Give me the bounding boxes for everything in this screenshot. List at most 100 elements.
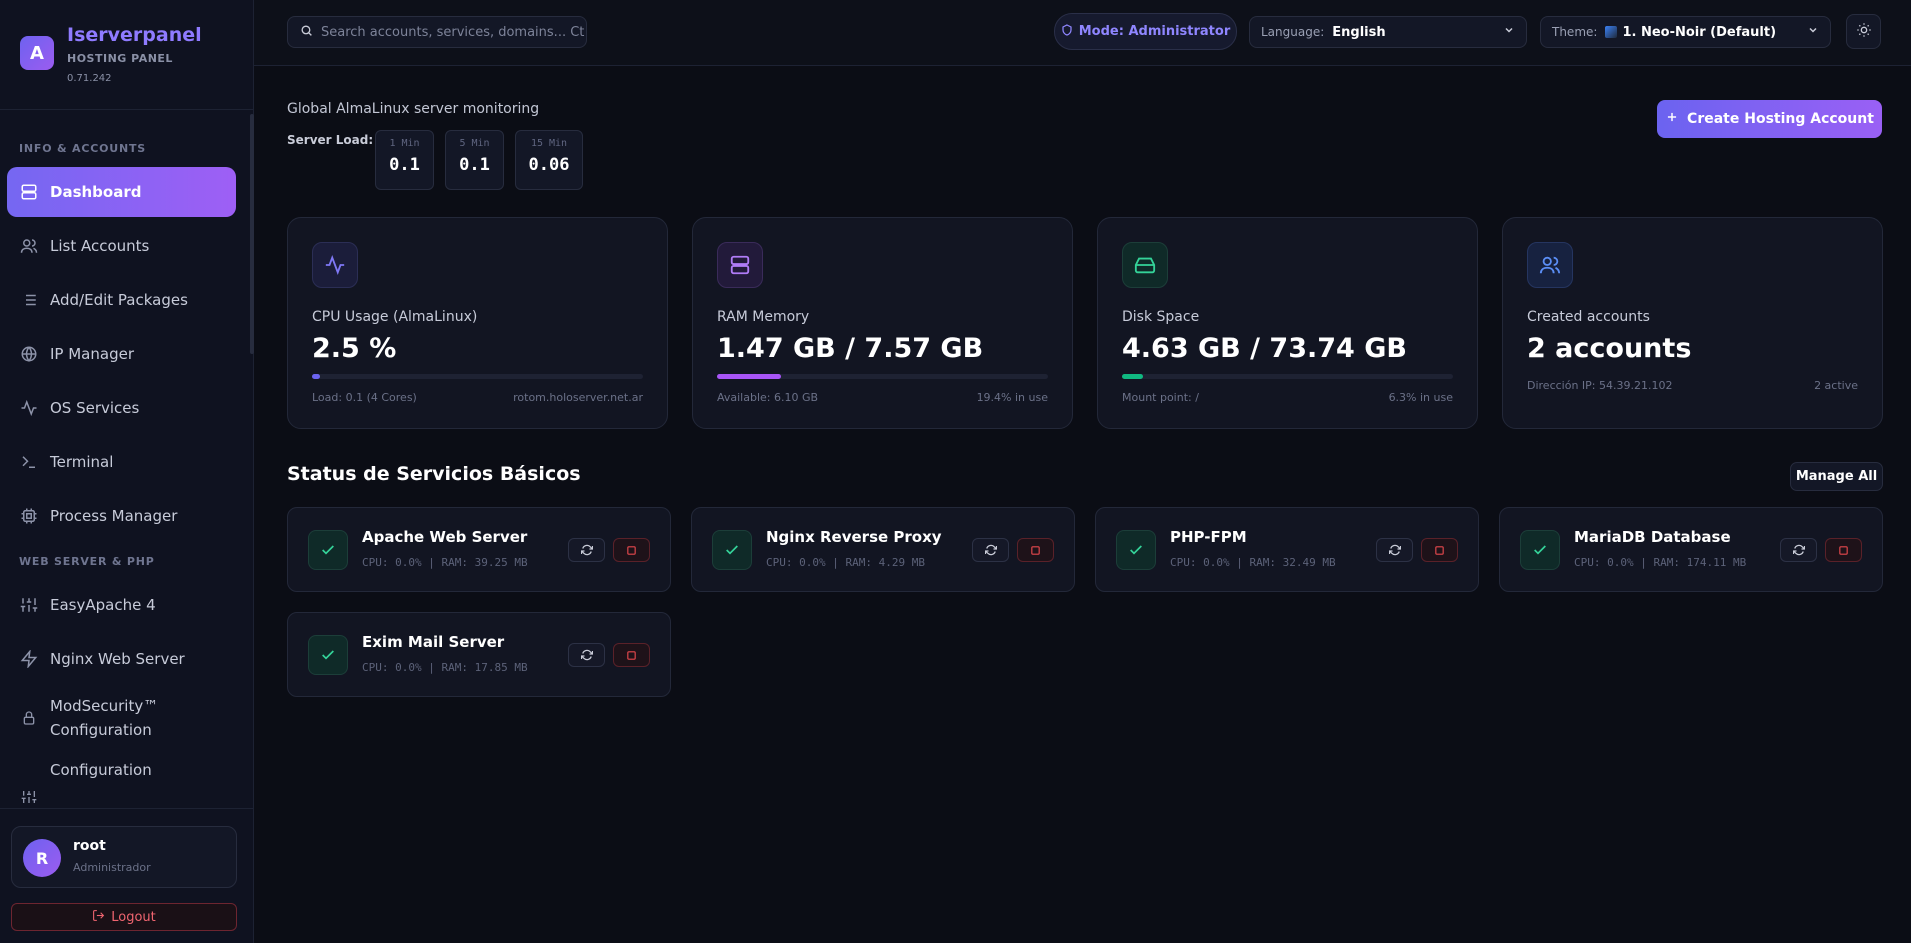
service-name: PHP-FPM [1170,528,1247,546]
sidebar-item-packages[interactable]: Add/Edit Packages [7,275,236,325]
stop-button[interactable] [1017,538,1054,562]
sidebar-item-label: Dashboard [50,183,142,201]
list-icon [20,291,38,309]
users-icon [1527,242,1573,288]
avatar: R [23,839,61,877]
sidebar-item-dashboard[interactable]: Dashboard [7,167,236,217]
stat-usage: 19.4% in use [976,391,1048,404]
sidebar-item-label: List Accounts [50,237,150,255]
service-name: MariaDB Database [1574,528,1731,546]
stat-ip-address: Dirección IP: 54.39.21.102 [1527,379,1673,392]
restart-button[interactable] [568,538,605,562]
load-15min: 15 Min 0.06 [515,130,583,190]
sidebar-item-label: Nginx Web Server [50,650,185,668]
stat-title: RAM Memory [717,309,810,325]
theme-select[interactable]: Theme: 1. Neo-Noir (Default) [1540,16,1831,48]
sidebar-item-modsecurity[interactable]: ModSecurity™ Configuration [7,688,236,748]
stat-hostname: rotom.holoserver.net.ar [513,391,643,404]
check-icon [1116,530,1156,570]
logout-button[interactable]: Logout [11,903,237,931]
topbar: Search accounts, services, domains... Ct… [254,0,1911,66]
sidebar-item-process-manager[interactable]: Process Manager [7,491,236,541]
stat-footnote: Load: 0.1 (4 Cores) [312,391,417,404]
refresh-icon [1792,541,1805,560]
stop-button[interactable] [1825,538,1862,562]
brand-logo[interactable]: A [20,36,54,70]
sidebar-item-nginx[interactable]: Nginx Web Server [7,634,236,684]
sidebar-divider [0,808,254,809]
stop-button[interactable] [613,643,650,667]
logout-icon [92,909,105,926]
mode-label: Mode: Administrator [1078,24,1231,39]
sidebar-item-list-accounts[interactable]: List Accounts [7,221,236,271]
stat-title: Disk Space [1122,309,1200,325]
theme-value: 1. Neo-Noir (Default) [1622,24,1777,40]
restart-button[interactable] [1780,538,1817,562]
service-card-mariadb: MariaDB Database CPU: 0.0% | RAM: 174.11… [1499,507,1883,592]
sidebar-item-label: IP Manager [50,345,134,363]
sidebar-item-label: Add/Edit Packages [50,291,188,309]
chevron-down-icon [1807,24,1819,40]
sidebar-item-easyapache[interactable]: EasyApache 4 [7,580,236,630]
sidebar-item-label: Process Manager [50,507,178,525]
theme-label: Theme: [1552,25,1598,39]
activity-icon [312,242,358,288]
bolt-icon [20,650,38,668]
refresh-icon [580,541,593,560]
stat-title: CPU Usage (AlmaLinux) [312,309,478,325]
service-metrics: CPU: 0.0% | RAM: 174.11 MB [1574,556,1747,569]
sidebar-item-terminal[interactable]: Terminal [7,437,236,487]
stat-active-count: 2 active [1814,379,1858,392]
restart-button[interactable] [568,643,605,667]
stop-button[interactable] [1421,538,1458,562]
refresh-icon [984,541,997,560]
stat-progress-fill [717,374,782,379]
sidebar-item-os-services[interactable]: OS Services [7,383,236,433]
stat-value: 2 accounts [1527,333,1692,364]
theme-swatch-icon [1605,26,1618,38]
language-select[interactable]: Language: English [1249,16,1527,48]
stop-button[interactable] [613,538,650,562]
search-icon [300,24,313,41]
monitor-title: Global AlmaLinux server monitoring [287,101,540,117]
users-icon [20,237,38,255]
services-title: Status de Servicios Básicos [287,463,581,485]
create-hosting-account-button[interactable]: Create Hosting Account [1657,100,1882,138]
section-label-info-accounts: INFO & ACCOUNTS [19,142,146,155]
check-icon [308,530,348,570]
restart-button[interactable] [972,538,1009,562]
lock-icon [20,709,38,727]
check-icon [1520,530,1560,570]
stat-value: 2.5 % [312,333,397,364]
hard-drive-icon [1122,242,1168,288]
manage-all-button[interactable]: Manage All [1790,462,1883,491]
user-role: Administrador [73,861,151,874]
stat-card-cpu: CPU Usage (AlmaLinux) 2.5 % Load: 0.1 (4… [287,217,668,429]
globe-icon [20,345,38,363]
server-icon [20,183,38,201]
activity-icon [20,399,38,417]
server-icon [717,242,763,288]
brand-subtitle: HOSTING PANEL [67,52,173,65]
sidebar-item-label: ModSecurity™ Configuration [50,697,159,739]
load-period: 5 Min [459,138,490,149]
stop-icon [1030,541,1041,560]
service-card-apache: Apache Web Server CPU: 0.0% | RAM: 39.25… [287,507,671,592]
sidebar-nav: INFO & ACCOUNTS Dashboard List Accounts … [0,110,254,808]
terminal-icon [20,453,38,471]
search-input[interactable]: Search accounts, services, domains... Ct [287,16,587,48]
user-card[interactable]: R root Administrador [11,826,237,888]
sidebar-item-ip-manager[interactable]: IP Manager [7,329,236,379]
cpu-icon [20,507,38,525]
stat-title: Created accounts [1527,309,1650,325]
shield-icon [1061,23,1073,40]
theme-toggle-button[interactable] [1846,14,1881,49]
service-card-exim: Exim Mail Server CPU: 0.0% | RAM: 17.85 … [287,612,671,697]
brand-header: A Iserverpanel HOSTING PANEL 0.71.242 [0,0,253,110]
mode-badge[interactable]: Mode: Administrator [1054,13,1237,50]
sidebar-item-configuration[interactable]: Configuration [7,754,236,804]
stat-card-ram: RAM Memory 1.47 GB / 7.57 GB Available: … [692,217,1073,429]
restart-button[interactable] [1376,538,1413,562]
stop-icon [626,541,637,560]
service-metrics: CPU: 0.0% | RAM: 39.25 MB [362,556,528,569]
